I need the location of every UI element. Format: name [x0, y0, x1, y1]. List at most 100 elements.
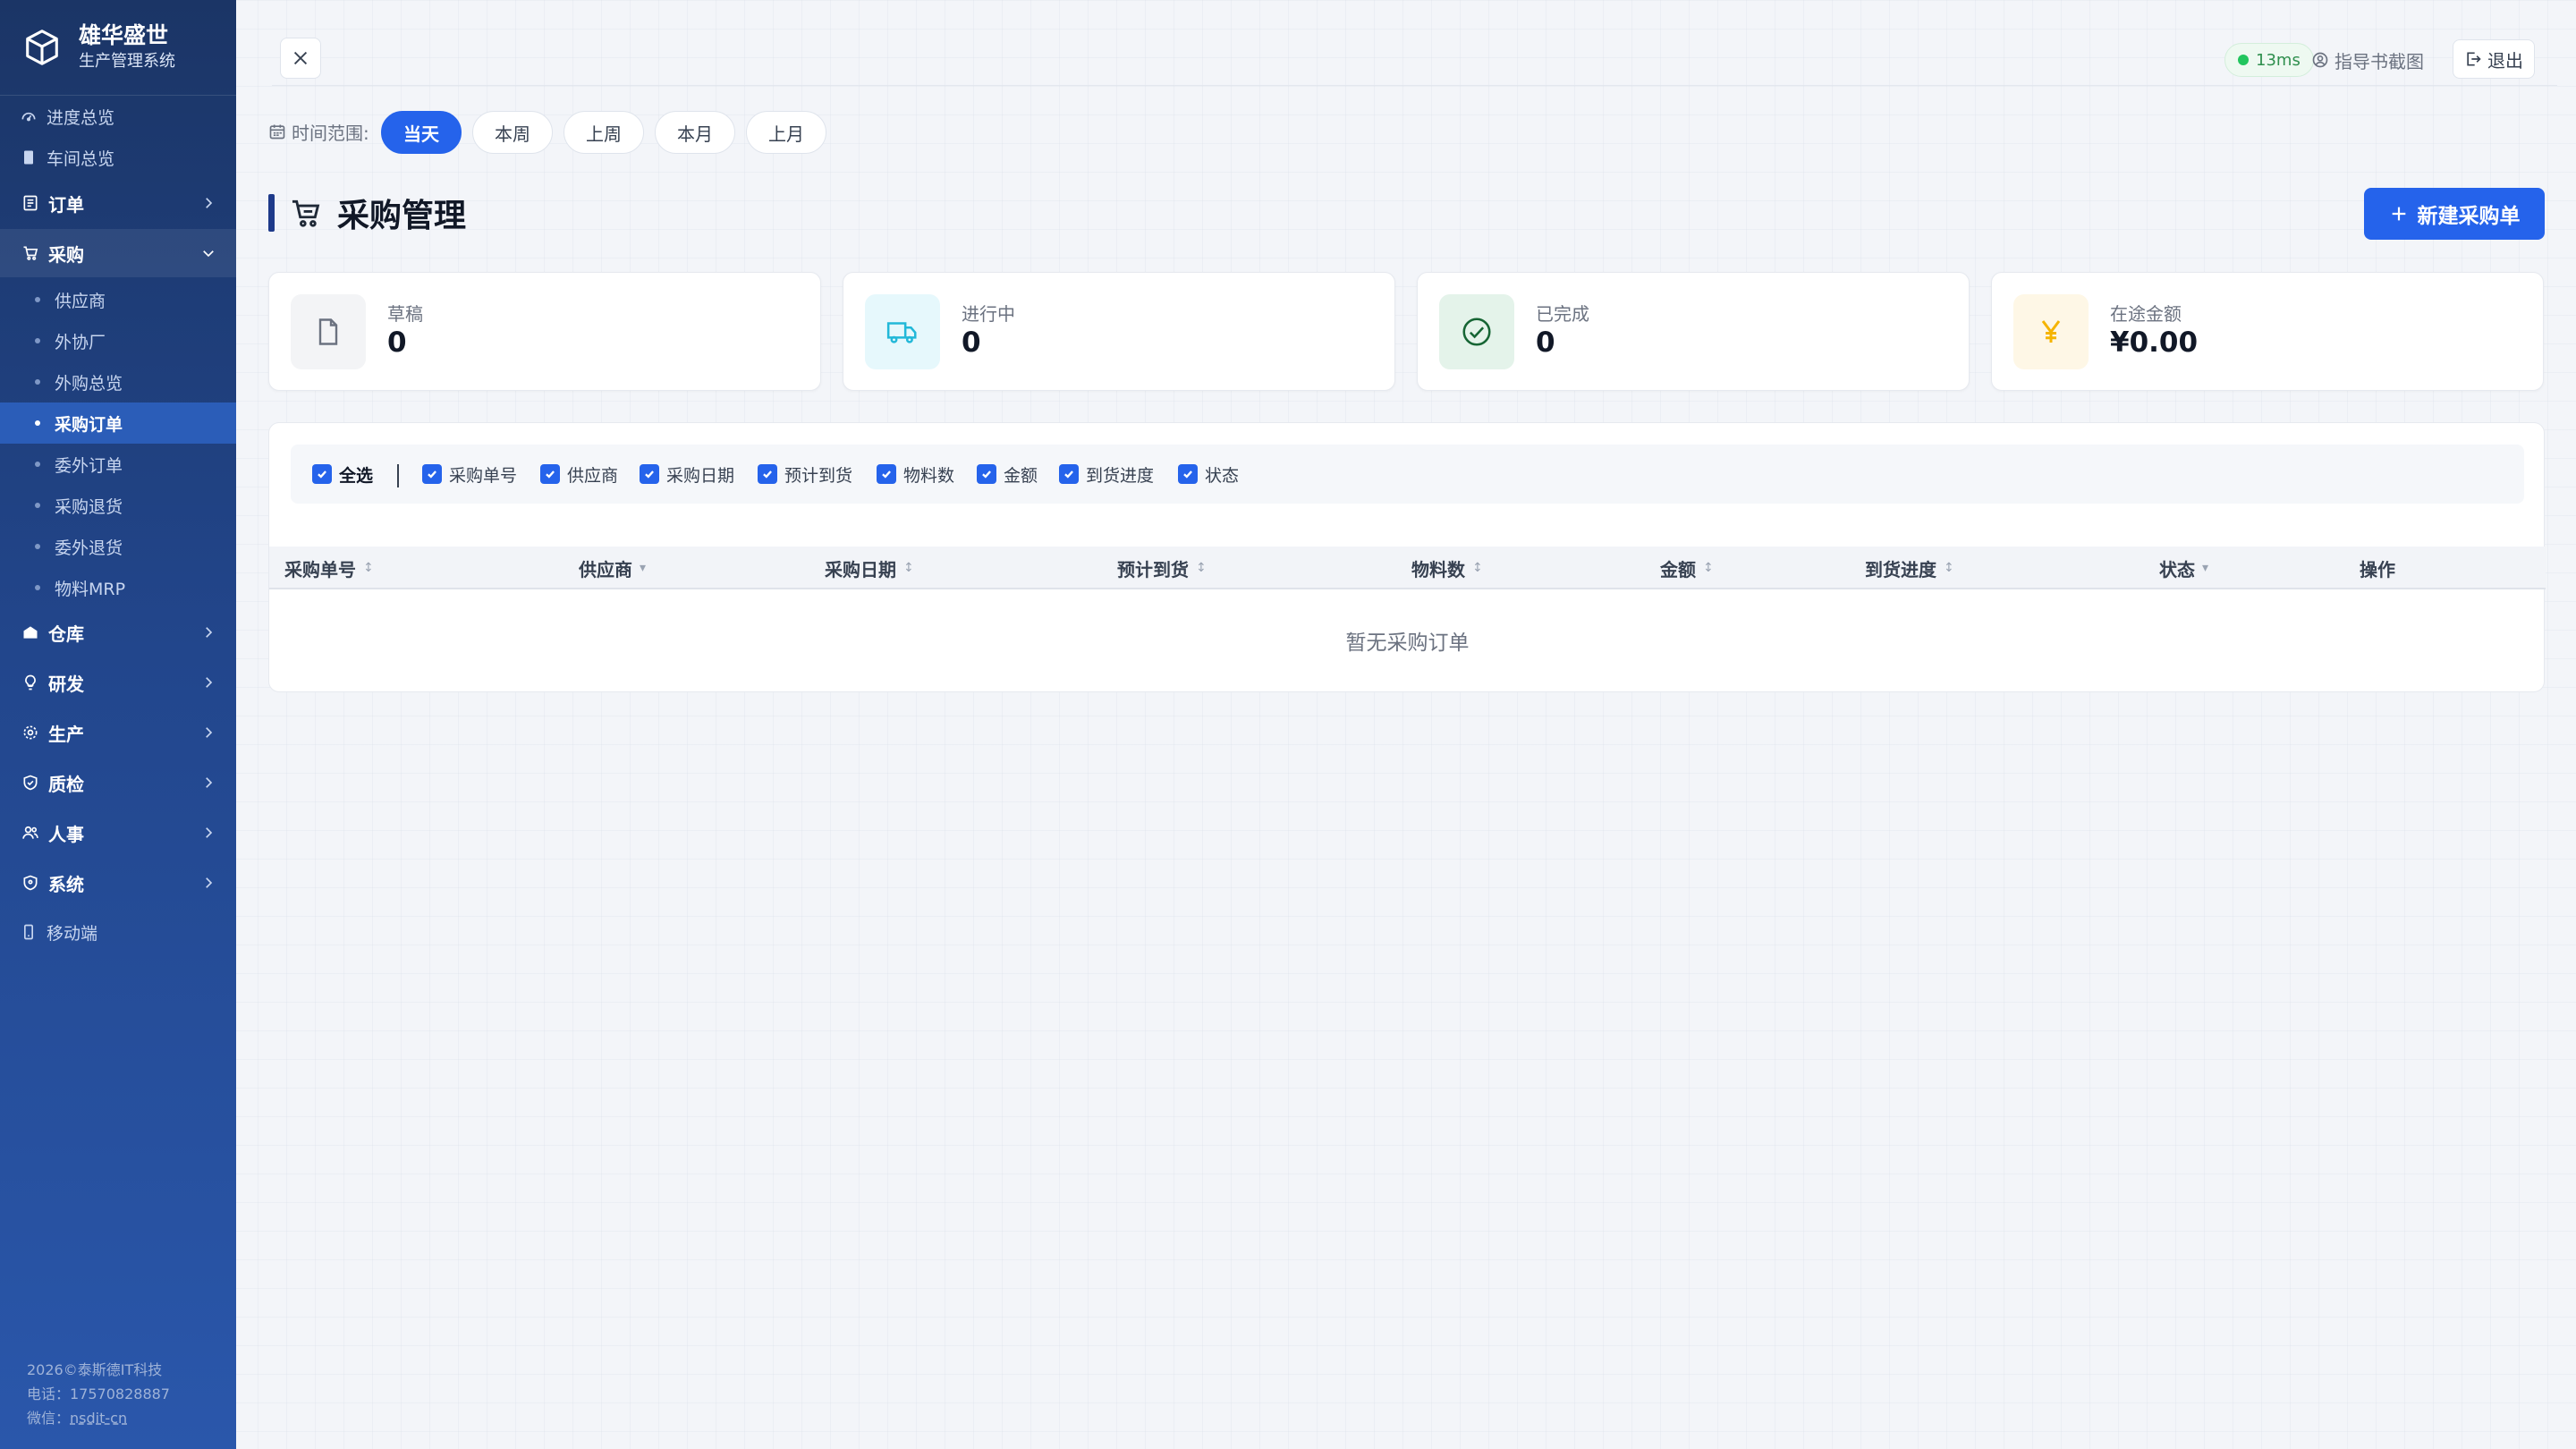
- range-last-month[interactable]: 上月: [746, 111, 826, 154]
- toggle-col-arrival-progress[interactable]: 到货进度: [1059, 445, 1154, 504]
- brand-title: 雄华盛世: [79, 22, 169, 48]
- stat-label: 草稿: [387, 303, 423, 325]
- close-button[interactable]: [280, 38, 321, 79]
- latency-badge: 13ms: [2224, 43, 2314, 77]
- column-header-amount[interactable]: 金额 ↕: [1660, 547, 1714, 589]
- sort-icon: ↕: [903, 561, 914, 575]
- checkbox-label: 供应商: [567, 465, 619, 486]
- column-header-arrival-progress[interactable]: 到货进度 ↕: [1865, 547, 1954, 589]
- cart-icon: [292, 199, 320, 227]
- sidebar-item-progress-overview[interactable]: 进度总览: [0, 102, 236, 131]
- sidebar-section-system[interactable]: 系统: [0, 859, 236, 907]
- time-range-text: 时间范围:: [292, 122, 369, 144]
- bullet-dot: [35, 544, 40, 549]
- stat-icon-box: [291, 294, 366, 369]
- sidebar-item-material-mrp[interactable]: 物料MRP: [0, 567, 236, 608]
- check-icon: [882, 470, 891, 479]
- sort-icon: ↕: [1472, 561, 1483, 575]
- select-all-checkbox[interactable]: 全选: [312, 445, 373, 504]
- sidebar-section-orders[interactable]: 订单: [0, 179, 236, 227]
- chevron-right-icon: [206, 677, 213, 688]
- sidebar-item-outsource-orders[interactable]: 委外订单: [0, 444, 236, 485]
- chevron-right-icon: [206, 777, 213, 788]
- column-header-actions: 操作: [2360, 547, 2395, 589]
- sidebar-section-label: 质检: [48, 773, 84, 795]
- sidebar-section-production[interactable]: 生产: [0, 708, 236, 757]
- sidebar-item-label: 移动端: [47, 923, 98, 944]
- range-this-week[interactable]: 本周: [472, 111, 553, 154]
- sidebar-item-purchase-returns[interactable]: 采购退货: [0, 485, 236, 526]
- range-last-week[interactable]: 上周: [564, 111, 644, 154]
- column-header-expected-arrival[interactable]: 预计到货 ↕: [1117, 547, 1207, 589]
- sidebar-item-purchase-orders[interactable]: 采购订单: [0, 402, 236, 444]
- sidebar-item-label: 采购订单: [55, 414, 123, 435]
- title-accent-bar: [268, 194, 275, 232]
- brand[interactable]: 雄华盛世 生产管理系统: [21, 20, 175, 75]
- sidebar-item-workshop-overview[interactable]: 车间总览: [0, 143, 236, 172]
- toggle-col-material-count[interactable]: 物料数: [877, 445, 954, 504]
- stat-label: 已完成: [1536, 303, 1589, 325]
- sidebar-section-hr[interactable]: 人事: [0, 809, 236, 857]
- sidebar-section-rd[interactable]: 研发: [0, 658, 236, 707]
- sidebar-section-purchase[interactable]: 采购: [0, 229, 236, 277]
- column-header-order-no[interactable]: 采购单号 ↕: [284, 547, 374, 589]
- column-header-label: 金额: [1660, 558, 1696, 580]
- column-header-supplier[interactable]: 供应商 ▾: [579, 547, 646, 589]
- wechat-row: 微信：nsdit-cn: [27, 1406, 170, 1430]
- shield-check-icon: [23, 775, 38, 791]
- sort-icon: ↕: [1196, 561, 1207, 575]
- range-today[interactable]: 当天: [381, 111, 462, 154]
- stat-card-in-transit-amount[interactable]: 在途金额 ¥0.00: [1991, 272, 2544, 391]
- check-icon: [318, 470, 326, 479]
- calendar-icon: [269, 124, 285, 140]
- bullet-dot: [35, 297, 40, 302]
- sidebar-item-label: 委外订单: [55, 455, 123, 476]
- toggle-col-amount[interactable]: 金额: [977, 445, 1038, 504]
- checkbox-checked: [977, 464, 996, 484]
- checkbox-label: 金额: [1004, 465, 1038, 486]
- stat-icon-box: [1439, 294, 1514, 369]
- column-header-label: 物料数: [1411, 558, 1465, 580]
- sidebar-section-quality[interactable]: 质检: [0, 758, 236, 807]
- toggle-col-status[interactable]: 状态: [1178, 445, 1239, 504]
- stat-card-draft[interactable]: 草稿 0: [268, 272, 821, 391]
- checkbox-label: 物料数: [903, 465, 955, 486]
- column-header-purchase-date[interactable]: 采购日期 ↕: [825, 547, 914, 589]
- toggle-col-expected-arrival[interactable]: 预计到货: [758, 445, 852, 504]
- sidebar-item-label: 进度总览: [47, 107, 115, 128]
- sidebar-item-label: 外协厂: [55, 332, 106, 352]
- stat-card-in-progress[interactable]: 进行中 0: [843, 272, 1395, 391]
- wechat-id-link[interactable]: nsdit-cn: [70, 1410, 127, 1427]
- toggle-col-purchase-date[interactable]: 采购日期: [640, 445, 734, 504]
- logout-button[interactable]: 退出: [2453, 39, 2535, 79]
- shield-icon: [23, 875, 38, 891]
- brand-subtitle: 生产管理系统: [79, 52, 175, 71]
- sidebar-item-outsource-returns[interactable]: 委外退货: [0, 526, 236, 567]
- sidebar-section-label: 研发: [48, 673, 84, 695]
- checkbox-checked: [1059, 464, 1079, 484]
- guide-screenshot-link[interactable]: 指导书截图: [2311, 45, 2424, 75]
- phone-text: 电话：17570828887: [27, 1385, 170, 1402]
- sidebar-item-suppliers[interactable]: 供应商: [0, 279, 236, 320]
- check-icon: [546, 470, 555, 479]
- sidebar-item-label: 车间总览: [47, 148, 115, 169]
- toggle-col-supplier[interactable]: 供应商: [540, 445, 618, 504]
- status-dot: [2238, 55, 2249, 65]
- sidebar-section-warehouse[interactable]: 仓库: [0, 608, 236, 657]
- cube-logo-icon: [26, 30, 58, 65]
- sidebar-item-subcontractors[interactable]: 外协厂: [0, 320, 236, 361]
- column-header-label: 到货进度: [1865, 558, 1936, 580]
- sidebar-item-outsourcing-overview[interactable]: 外购总览: [0, 361, 236, 402]
- chevron-right-icon: [206, 877, 213, 888]
- sidebar-footer: 2026©泰斯德IT科技 电话：17570828887 微信：nsdit-cn: [27, 1358, 170, 1430]
- new-purchase-order-button[interactable]: 新建采购单: [2364, 188, 2545, 240]
- range-this-month[interactable]: 本月: [655, 111, 735, 154]
- column-header-status[interactable]: 状态 ▾: [2159, 547, 2208, 589]
- sidebar-item-mobile[interactable]: 移动端: [0, 918, 236, 946]
- stat-card-completed[interactable]: 已完成 0: [1417, 272, 1970, 391]
- sort-icon: ↕: [1944, 561, 1954, 575]
- toggle-col-order-no[interactable]: 采购单号: [422, 445, 517, 504]
- column-header-label: 采购单号: [284, 558, 356, 580]
- column-header-material-count[interactable]: 物料数 ↕: [1411, 547, 1483, 589]
- checkbox-label: 预计到货: [784, 465, 853, 486]
